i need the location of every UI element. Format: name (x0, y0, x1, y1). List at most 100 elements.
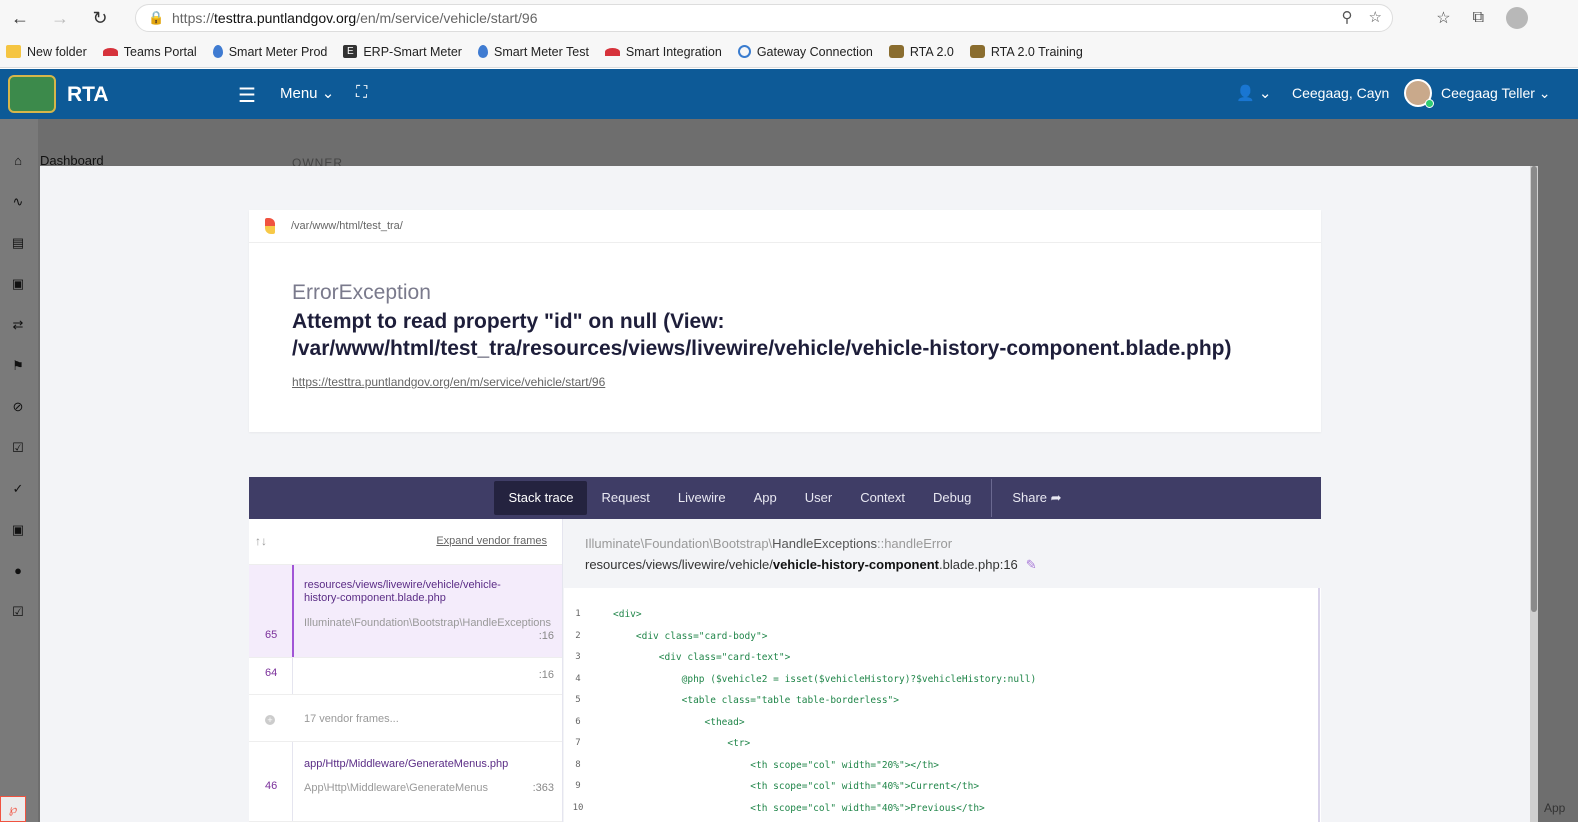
line-numbers: 1 2 3 4 5 6 7 8 9 10 (564, 604, 592, 819)
frame-class: Illuminate\Foundation\Bootstrap\HandleEx… (304, 617, 552, 629)
card-icon[interactable]: ▤ (10, 235, 26, 251)
tab-user[interactable]: User (791, 481, 846, 515)
expand-vendor-frames-link[interactable]: Expand vendor frames (436, 535, 547, 547)
check-square-icon[interactable]: ☑ (10, 440, 26, 456)
crest-icon (888, 45, 904, 58)
bookmark-rta-2[interactable]: RTA 2.0 (888, 45, 954, 59)
tags-icon[interactable]: ⚑ (10, 358, 26, 374)
code-line: <th scope="col" width="40%">Previous</th… (613, 802, 985, 814)
line-number: 2 (575, 630, 581, 641)
drop-icon (212, 45, 223, 58)
bookmark-rta-2-training[interactable]: RTA 2.0 Training (969, 45, 1083, 59)
address-url[interactable]: https://testtra.puntlandgov.org/en/m/ser… (172, 10, 538, 26)
frame-namespace: Illuminate\Foundation\Bootstrap\HandleEx… (585, 536, 953, 551)
line-number: 7 (575, 738, 581, 748)
vendor-frames-group[interactable]: + 17 vendor frames... (249, 695, 562, 742)
code-line: <th scope="col" width="40%">Current</th> (613, 781, 980, 792)
bookmarks-bar: New folder Teams Portal Smart Meter Prod… (0, 36, 1578, 68)
tab-divider (991, 479, 993, 517)
bookmark-smart-meter-prod[interactable]: Smart Meter Prod (212, 45, 327, 59)
rta-logo[interactable] (8, 75, 56, 113)
back-button[interactable]: ← (0, 0, 40, 36)
collections-icon[interactable]: ⧉ (1473, 9, 1484, 27)
debug-tabs: Stack trace Request Livewire App User Co… (249, 477, 1321, 519)
share-button[interactable]: Share ➦ (998, 481, 1075, 515)
bottom-app-text: App (1544, 801, 1566, 815)
frame-class: App\Http\Middleware\GenerateMenus (304, 782, 489, 794)
user-location[interactable]: Ceegaag, Cayn (1292, 85, 1389, 101)
app-name[interactable]: RTA (67, 83, 109, 107)
frame-nav-arrows-icon[interactable]: ↑↓ (255, 534, 267, 548)
code-line: <div class="card-body"> (613, 630, 768, 642)
line-number: 10 (572, 802, 584, 813)
bookmark-teams-portal[interactable]: Teams Portal (102, 45, 197, 59)
share-icon: ➦ (1050, 490, 1062, 505)
home-icon[interactable]: ⌂ (10, 153, 26, 169)
tab-context[interactable]: Context (846, 481, 919, 515)
car-icon[interactable]: ▣ (10, 276, 26, 292)
address-bar[interactable]: 🔒 https://testtra.puntlandgov.org/en/m/s… (135, 4, 1393, 32)
frame-file-path: resources/views/livewire/vehicle/vehicle… (585, 557, 1037, 572)
code-line: <table class="table table-borderless"> (613, 695, 899, 706)
error-base-path: /var/www/html/test_tra/ (291, 220, 403, 232)
frame-line: :16 (538, 630, 554, 642)
tab-debug[interactable]: Debug (919, 481, 985, 515)
car-icon[interactable]: ▣ (10, 522, 26, 538)
tab-livewire[interactable]: Livewire (664, 481, 740, 515)
menu-dropdown[interactable]: Menu ⌄ (280, 84, 334, 102)
error-card: /var/www/html/test_tra/ ErrorException A… (249, 210, 1321, 432)
bookmark-gateway-connection[interactable]: Gateway Connection (737, 45, 873, 59)
favorites-icon[interactable]: ☆ (1436, 8, 1450, 28)
frame-line: :16 (538, 669, 554, 681)
frame-file: resources/views/livewire/vehicle/vehicle… (304, 579, 501, 604)
sidebar: ⌂ ∿ ▤ ▣ ⇄ ⚑ ⊘ ☑ ✓ ▣ ● ☑ (0, 119, 38, 822)
hamburger-icon[interactable]: ☰ (238, 83, 256, 108)
stack-frame[interactable]: 64 :16 (249, 658, 562, 695)
code-line: <thead> (613, 716, 745, 728)
bookmark-new-folder[interactable]: New folder (6, 45, 87, 59)
pencil-icon[interactable]: ✎ (1026, 557, 1037, 572)
code-line: <div class="card-text"> (613, 652, 791, 663)
lock-icon[interactable]: 🔒 (148, 10, 172, 26)
check-icon[interactable]: ✓ (10, 481, 26, 497)
line-number: 5 (575, 695, 581, 705)
online-status-icon (1425, 99, 1434, 108)
line-number: 8 (575, 759, 581, 770)
bookmark-smart-meter-test[interactable]: Smart Meter Test (477, 45, 589, 59)
user-icon[interactable]: ● (10, 563, 26, 579)
user-role-dropdown[interactable]: Ceegaag Teller ⌄ (1441, 85, 1551, 102)
tab-app[interactable]: App (740, 481, 791, 515)
line-number: 4 (575, 673, 581, 684)
e-icon: E (343, 45, 358, 58)
gateway-icon (737, 45, 751, 58)
fullscreen-icon[interactable]: ⛶ (356, 84, 367, 102)
forward-button[interactable]: → (40, 0, 80, 36)
line-number: 1 (575, 609, 581, 619)
zoom-icon[interactable]: ⚲ (1342, 8, 1353, 26)
code-lines: <div> <div class="card-body"> <div class… (613, 604, 1036, 819)
stack-frame[interactable]: 46 app/Http/Middleware/GenerateMenus.php… (249, 742, 562, 822)
user-icon[interactable]: 👤 ⌄ (1236, 84, 1271, 102)
check-square-icon[interactable]: ☑ (10, 604, 26, 620)
add-favorite-icon[interactable]: ☆ (1369, 8, 1382, 26)
chart-icon[interactable]: ∿ (10, 194, 26, 210)
tab-request[interactable]: Request (587, 481, 663, 515)
transfer-icon[interactable]: ⇄ (10, 317, 26, 333)
app-header: RTA ☰ Menu ⌄ ⛶ 👤 ⌄ Ceegaag, Cayn Ceegaag… (0, 69, 1578, 119)
frame-line: :363 (532, 782, 554, 794)
ban-icon[interactable]: ⊘ (10, 399, 26, 415)
refresh-button[interactable]: ↻ (80, 0, 120, 36)
error-url-link[interactable]: https://testtra.puntlandgov.org/en/m/ser… (292, 375, 605, 389)
stack-frame[interactable]: 65 resources/views/livewire/vehicle/vehi… (249, 565, 562, 658)
teams-icon (102, 47, 118, 56)
ignition-icon (265, 218, 275, 234)
chevron-down-icon: ⌄ (321, 85, 335, 102)
profile-avatar[interactable] (1506, 7, 1528, 29)
scrollbar-thumb[interactable] (1531, 166, 1537, 612)
tab-stack-trace[interactable]: Stack trace (494, 481, 588, 515)
bookmark-erp-smart-meter[interactable]: E ERP-Smart Meter (343, 45, 462, 59)
bookmark-smart-integration[interactable]: Smart Integration (604, 45, 722, 59)
plus-icon: + (265, 715, 275, 725)
frame-file: app/Http/Middleware/GenerateMenus.php (304, 758, 509, 770)
crest-icon (969, 45, 985, 58)
